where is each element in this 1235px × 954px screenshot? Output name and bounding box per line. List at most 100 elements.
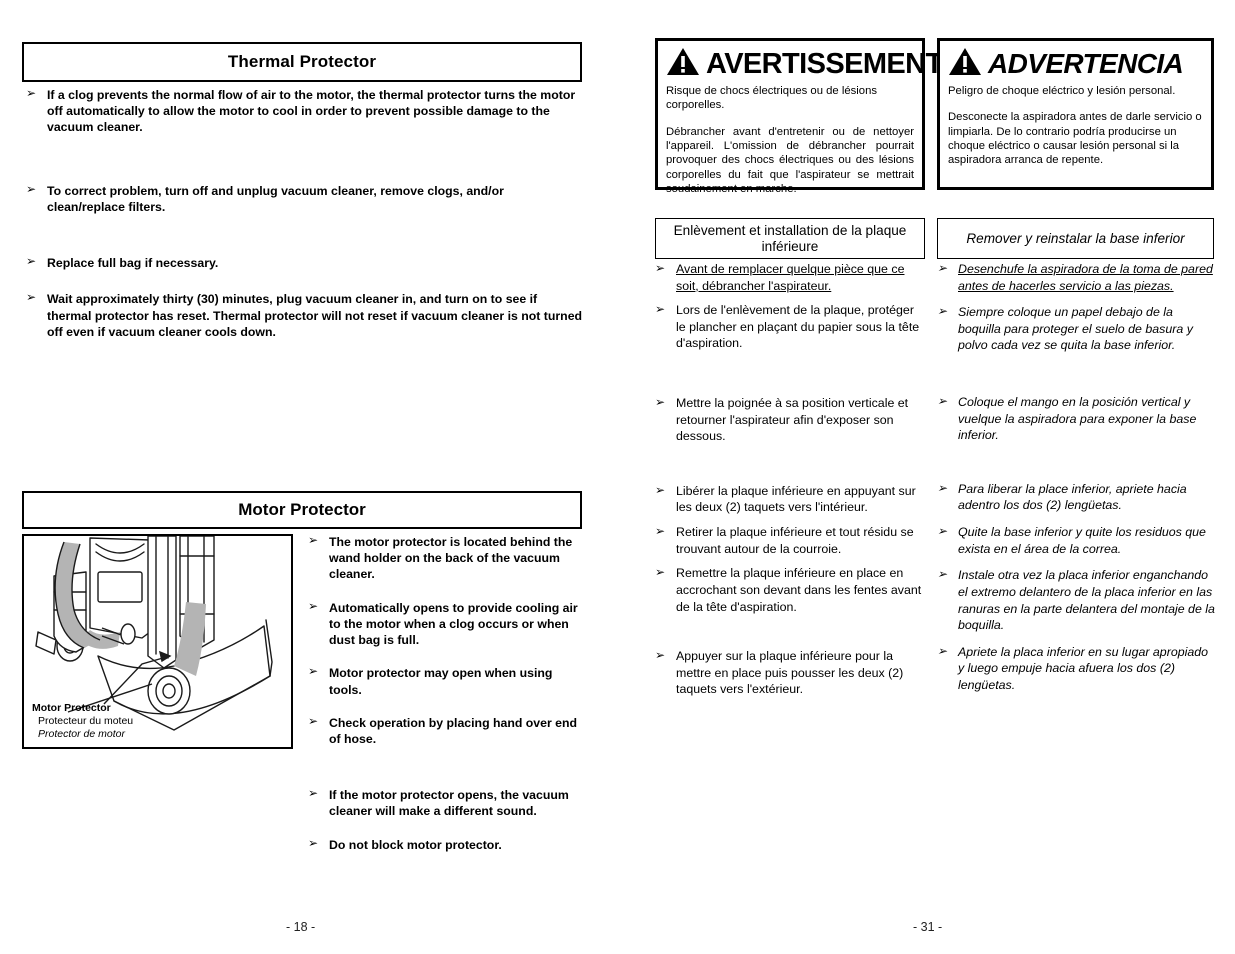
arrow-bullet-icon: ➢ xyxy=(937,480,948,495)
spanish-warning-title: ADVERTENCIA xyxy=(988,48,1184,79)
arrow-bullet-icon: ➢ xyxy=(26,86,37,100)
spanish-warning-box: ADVERTENCIA Peligro de choque eléctrico … xyxy=(937,38,1214,190)
thermal-protector-bullet: ➢ If a clog prevents the normal flow of a… xyxy=(26,86,584,136)
french-section-title: Enlèvement et installation de la plaque … xyxy=(673,222,907,254)
arrow-bullet-icon: ➢ xyxy=(937,567,948,582)
spanish-bullet: ➢ Quite la base inferior y quite los resi… xyxy=(937,524,1217,557)
spanish-warning-text: Peligro de choque eléctrico y lesión per… xyxy=(948,84,1203,168)
motor-protector-bullet-text: Do not block motor protector. xyxy=(329,837,502,852)
arrow-bullet-icon: ➢ xyxy=(937,524,948,539)
thermal-protector-bullet-text: Wait approximately thirty (30) minutes, … xyxy=(47,292,583,339)
arrow-bullet-icon: ➢ xyxy=(308,786,319,801)
french-warning-title: AVERTISSEMENT xyxy=(706,47,943,80)
spanish-bullet-text: Siempre coloque un papel debajo de la bo… xyxy=(958,305,1193,353)
arrow-bullet-icon: ➢ xyxy=(937,643,948,658)
manual-page: Thermal Protector ➢ If a clog prevents th… xyxy=(0,0,1235,954)
arrow-bullet-icon: ➢ xyxy=(655,524,666,539)
thermal-protector-bullet: ➢ To correct problem, turn off and unplug… xyxy=(26,181,584,215)
french-bullet-list: ➢ Avant de remplacer quelque pièce que ce… xyxy=(655,261,927,706)
thermal-protector-bullet: ➢ Wait approximately thirty (30) minutes,… xyxy=(26,290,584,340)
french-warning-text: Risque de chocs électriques ou de lésion… xyxy=(666,84,914,196)
arrow-bullet-icon: ➢ xyxy=(655,261,666,275)
motor-protector-bullet: ➢ Check operation by placing hand over en… xyxy=(308,713,586,747)
spanish-bullet: ➢ Apriete la placa inferior en su lugar a… xyxy=(937,644,1217,694)
motor-protector-bullet-list: ➢ The motor protector is located behind t… xyxy=(308,533,586,870)
spanish-bullet-text: Quite la base inferior y quite los resid… xyxy=(958,525,1206,556)
motor-protector-bullet: ➢ The motor protector is located behind t… xyxy=(308,533,586,583)
spanish-bullet: ➢ Siempre coloque un papel debajo de la b… xyxy=(937,304,1217,354)
motor-protector-bullet: ➢ If the motor protector opens, the vacuu… xyxy=(308,786,586,819)
figure-caption: Motor Protector Protecteur du moteu Prot… xyxy=(32,702,133,741)
arrow-bullet-icon: ➢ xyxy=(655,482,666,497)
page-number-left: - 18 - xyxy=(286,920,316,934)
arrow-bullet-icon: ➢ xyxy=(308,533,319,547)
spanish-bullet-text: Apriete la placa inferior en su lugar ap… xyxy=(958,644,1209,692)
arrow-bullet-icon: ➢ xyxy=(26,181,37,196)
spanish-bullet-text: Instale otra vez la placa inferior engan… xyxy=(958,568,1215,633)
arrow-bullet-icon: ➢ xyxy=(26,254,37,269)
thermal-protector-heading-box: Thermal Protector xyxy=(22,42,582,82)
french-bullet-text: Avant de remplacer quelque pièce que ce … xyxy=(676,262,905,293)
spanish-bullet-text: Coloque el mango en la posición vertical… xyxy=(958,395,1197,443)
french-bullet: ➢ Mettre la poignée à sa position vertica… xyxy=(655,395,927,445)
french-bullet: ➢ Libérer la plaque inférieure en appuyan… xyxy=(655,483,927,516)
french-bullet: ➢ Appuyer sur la plaque inférieure pour l… xyxy=(655,648,927,698)
spanish-bullet-list: ➢ Desenchufe la aspiradora de la toma de … xyxy=(937,261,1217,704)
arrow-bullet-icon: ➢ xyxy=(937,261,948,275)
french-bullet: ➢ Lors de l'enlèvement de la plaque, prot… xyxy=(655,302,927,352)
spanish-warning-paragraph-1: Peligro de choque eléctrico y lesión per… xyxy=(948,85,1176,97)
spanish-bullet: ➢ Desenchufe la aspiradora de la toma de … xyxy=(937,261,1217,294)
thermal-protector-bullet-list: ➢ If a clog prevents the normal flow of a… xyxy=(26,86,584,340)
arrow-bullet-icon: ➢ xyxy=(308,664,319,679)
french-section-heading-box: Enlèvement et installation de la plaque … xyxy=(655,218,925,259)
thermal-protector-bullet-text: If a clog prevents the normal flow of ai… xyxy=(47,88,576,135)
spanish-warning-paragraph-2: Desconecte la aspiradora antes de darle … xyxy=(948,111,1202,167)
french-warning-paragraph-1: Risque de chocs électriques ou de lésion… xyxy=(666,85,878,112)
spanish-bullet-text: Para liberar la place inferior, apriete … xyxy=(958,481,1187,513)
motor-protector-bullet-text: The motor protector is located behind th… xyxy=(329,535,573,582)
spanish-bullet-text: Desenchufe la aspiradora de la toma de p… xyxy=(958,262,1213,293)
french-bullet: ➢ Retirer la plaque inférieure et tout ré… xyxy=(655,524,927,557)
spanish-bullet: ➢ Para liberar la place inferior, apriete… xyxy=(937,481,1217,514)
arrow-bullet-icon: ➢ xyxy=(655,395,666,410)
french-warning-box: AVERTISSEMENT Risque de chocs électrique… xyxy=(655,38,943,195)
page-number-right: - 31 - xyxy=(913,920,943,934)
spanish-section-title: Remover y reinstalar la base inferior xyxy=(966,230,1185,246)
arrow-bullet-icon: ➢ xyxy=(655,302,666,317)
french-bullet-text: Libérer la plaque inférieure en appuyant… xyxy=(676,483,916,515)
french-bullet-text: Mettre la poignée à sa position vertical… xyxy=(676,396,909,444)
motor-protector-bullet: ➢ Motor protector may open when using too… xyxy=(308,664,586,697)
thermal-protector-bullet-text: To correct problem, turn off and unplug … xyxy=(47,183,504,214)
figure-caption-spanish: Protector de motor xyxy=(38,727,125,740)
french-bullet-text: Remettre la plaque inférieure en place e… xyxy=(676,566,922,614)
thermal-protector-title: Thermal Protector xyxy=(227,52,377,72)
arrow-bullet-icon: ➢ xyxy=(308,835,319,850)
spanish-bullet: ➢ Coloque el mango en la posición vertica… xyxy=(937,394,1217,444)
french-bullet-text: Retirer la plaque inférieure et tout rés… xyxy=(676,525,914,556)
thermal-protector-bullet-text: Replace full bag if necessary. xyxy=(47,256,219,271)
arrow-bullet-icon: ➢ xyxy=(308,598,319,613)
thermal-protector-bullet: ➢ Replace full bag if necessary. xyxy=(26,254,584,271)
french-bullet-text: Lors de l'enlèvement de la plaque, proté… xyxy=(676,303,920,351)
arrow-bullet-icon: ➢ xyxy=(655,648,666,663)
arrow-bullet-icon: ➢ xyxy=(655,565,666,580)
french-bullet-text: Appuyer sur la plaque inférieure pour la… xyxy=(676,649,904,697)
french-warning-paragraph-2: Débrancher avant d'entretenir ou de nett… xyxy=(666,125,914,196)
motor-protector-heading-box: Motor Protector xyxy=(22,491,582,529)
spanish-warning-header: ADVERTENCIA xyxy=(948,47,1203,81)
french-warning-header: AVERTISSEMENT xyxy=(666,47,943,81)
motor-protector-bullet: ➢ Automatically opens to provide cooling … xyxy=(308,598,586,649)
french-bullet: ➢ Remettre la plaque inférieure en place … xyxy=(655,565,927,615)
arrow-bullet-icon: ➢ xyxy=(937,304,948,319)
motor-protector-bullet: ➢ Do not block motor protector. xyxy=(308,835,586,853)
motor-protector-bullet-text: If the motor protector opens, the vacuum… xyxy=(329,788,569,819)
arrow-bullet-icon: ➢ xyxy=(308,713,319,728)
arrow-bullet-icon: ➢ xyxy=(26,290,37,305)
motor-protector-illustration: Motor Protector Protecteur du moteu Prot… xyxy=(22,534,293,749)
figure-caption-english: Motor Protector xyxy=(32,701,111,714)
motor-protector-bullet-text: Automatically opens to provide cooling a… xyxy=(329,600,578,648)
figure-caption-french: Protecteur du moteu xyxy=(38,714,134,727)
arrow-bullet-icon: ➢ xyxy=(937,394,948,409)
warning-triangle-icon xyxy=(948,47,982,81)
warning-triangle-icon xyxy=(666,47,700,81)
